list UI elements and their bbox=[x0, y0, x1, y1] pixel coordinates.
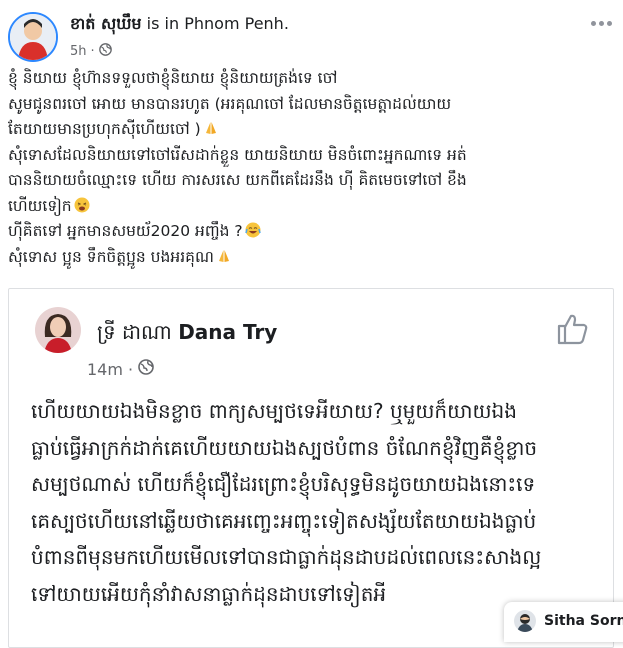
post-text-line: បាននិយាយចំឈ្មោះទេ ហើយ ការសរសេ យកពីគេដែរន… bbox=[8, 168, 614, 194]
folded-hands-emoji-icon bbox=[203, 119, 219, 135]
author-line: ខាត់ សុឃឹម is in Phnom Penh. bbox=[70, 14, 289, 34]
post-body: ខ្ញុំ និយាយ ខ្ញុំហ៊ានទទួលថាខ្ញុំនិយាយ ខ្… bbox=[8, 66, 614, 270]
post-text: តែយាយមានប្រហុកស៊ីហើយចៅ ) bbox=[8, 120, 201, 138]
shared-author-khmer: ទ្រី ដាណា bbox=[97, 320, 172, 344]
meta-separator: · bbox=[127, 359, 134, 379]
post-time[interactable]: 5h bbox=[70, 44, 87, 59]
post-text: សូមជូនពរចៅ អោយ មានបានរហូត (អរគុណចៅ ដែលមា… bbox=[8, 94, 452, 113]
post-text: បាននិយាយចំឈ្មោះទេ ហើយ ការសរសេ យកពីគេដែរន… bbox=[8, 171, 467, 189]
post-text-line: ហើយទៀក bbox=[8, 194, 614, 220]
shared-author-name: ទ្រី ដាណា Dana Try bbox=[97, 319, 277, 349]
shared-text-line: សម្បថណាស់ ហើយក៏ខ្ញុំជឿដែរព្រោះខ្ញុំបរិសុ… bbox=[31, 472, 536, 496]
post-meta: 5h · bbox=[70, 43, 112, 60]
chat-tab[interactable]: Sitha Sorn bbox=[504, 602, 623, 642]
post-text: ហើយទៀក bbox=[8, 196, 72, 215]
post-text-line: សុំទោសដែលនិយាយទៅចៅរើសដាក់ខ្លួន យាយនិយាយ … bbox=[8, 143, 614, 169]
post-text-line: សូមជូនពរចៅ អោយ មានបានរហូត (អរគុណចៅ ដែលមា… bbox=[8, 92, 614, 118]
author-name[interactable]: ខាត់ សុឃឹម bbox=[70, 14, 142, 33]
shared-meta: 14m · bbox=[87, 359, 154, 379]
shared-text-line: បំពានពីមុនមកហើយមើលទៅបានជាធ្លាក់ដុនដាបដល់… bbox=[31, 545, 542, 569]
post-text-line: តែយាយមានប្រហុកស៊ីហើយចៅ ) bbox=[8, 117, 614, 143]
globe-icon bbox=[138, 359, 154, 379]
globe-icon bbox=[98, 43, 112, 60]
shared-text: ហើយយាយឯងមិនខ្លាច ពាក្យសម្បថទេអីយាយ? ឬមួយ… bbox=[31, 393, 611, 612]
meta-separator: · bbox=[90, 44, 95, 59]
shared-screenshot-card[interactable]: ទ្រី ដាណា Dana Try 14m · ហើយយាយឯងមិនខ្លា… bbox=[8, 288, 614, 648]
shared-author-latin: Dana Try bbox=[178, 320, 278, 344]
joy-face-emoji-icon bbox=[244, 221, 261, 238]
author-avatar[interactable] bbox=[8, 12, 58, 62]
more-options-icon[interactable] bbox=[587, 16, 615, 30]
shared-text-line: គេស្បថហើយនៅឆ្លើយថាគេអញ្ចេះអញ្ចុះទៀតសង្ស័… bbox=[31, 508, 537, 533]
post-text-line: សុំទោស ប្អូន ទឹកចិត្តប្អូន បងអរគុណ bbox=[8, 245, 614, 271]
chat-contact-name[interactable]: Sitha Sorn bbox=[544, 610, 623, 632]
shared-author-avatar bbox=[35, 307, 81, 353]
post-text: ហ៊ីគិតទៅ អ្នកមានសមយ័2020 អញ្ចឹង ? bbox=[8, 222, 243, 240]
location-text: is in Phnom Penh. bbox=[141, 14, 289, 33]
thumbs-up-icon bbox=[555, 311, 591, 347]
post-text-line: ហ៊ីគិតទៅ អ្នកមានសមយ័2020 អញ្ចឹង ? bbox=[8, 219, 614, 245]
chat-avatar bbox=[514, 610, 536, 632]
post-header: ខាត់ សុឃឹម is in Phnom Penh. 5h · bbox=[8, 12, 615, 68]
folded-hands-emoji-icon bbox=[216, 247, 232, 263]
post-text: សុំទោស ប្អូន ទឹកចិត្តប្អូន បងអរគុណ bbox=[8, 247, 214, 266]
shared-text-line: ហើយយាយឯងមិនខ្លាច ពាក្យសម្បថទេអីយាយ? ឬមួយ… bbox=[31, 399, 517, 423]
shared-time: 14m bbox=[87, 359, 123, 379]
post-text-line: ខ្ញុំ និយាយ ខ្ញុំហ៊ានទទួលថាខ្ញុំនិយាយ ខ្… bbox=[8, 66, 614, 92]
tired-face-emoji-icon bbox=[74, 196, 90, 212]
post-text: សុំទោសដែលនិយាយទៅចៅរើសដាក់ខ្លួន យាយនិយាយ … bbox=[8, 145, 467, 164]
shared-text-line: ធ្លាប់ធ្វើអាក្រក់ដាក់គេហើយយាយឯងស្បថបំពាន… bbox=[31, 435, 538, 460]
post-text: ខ្ញុំ និយាយ ខ្ញុំហ៊ានទទួលថាខ្ញុំនិយាយ ខ្… bbox=[8, 69, 338, 87]
